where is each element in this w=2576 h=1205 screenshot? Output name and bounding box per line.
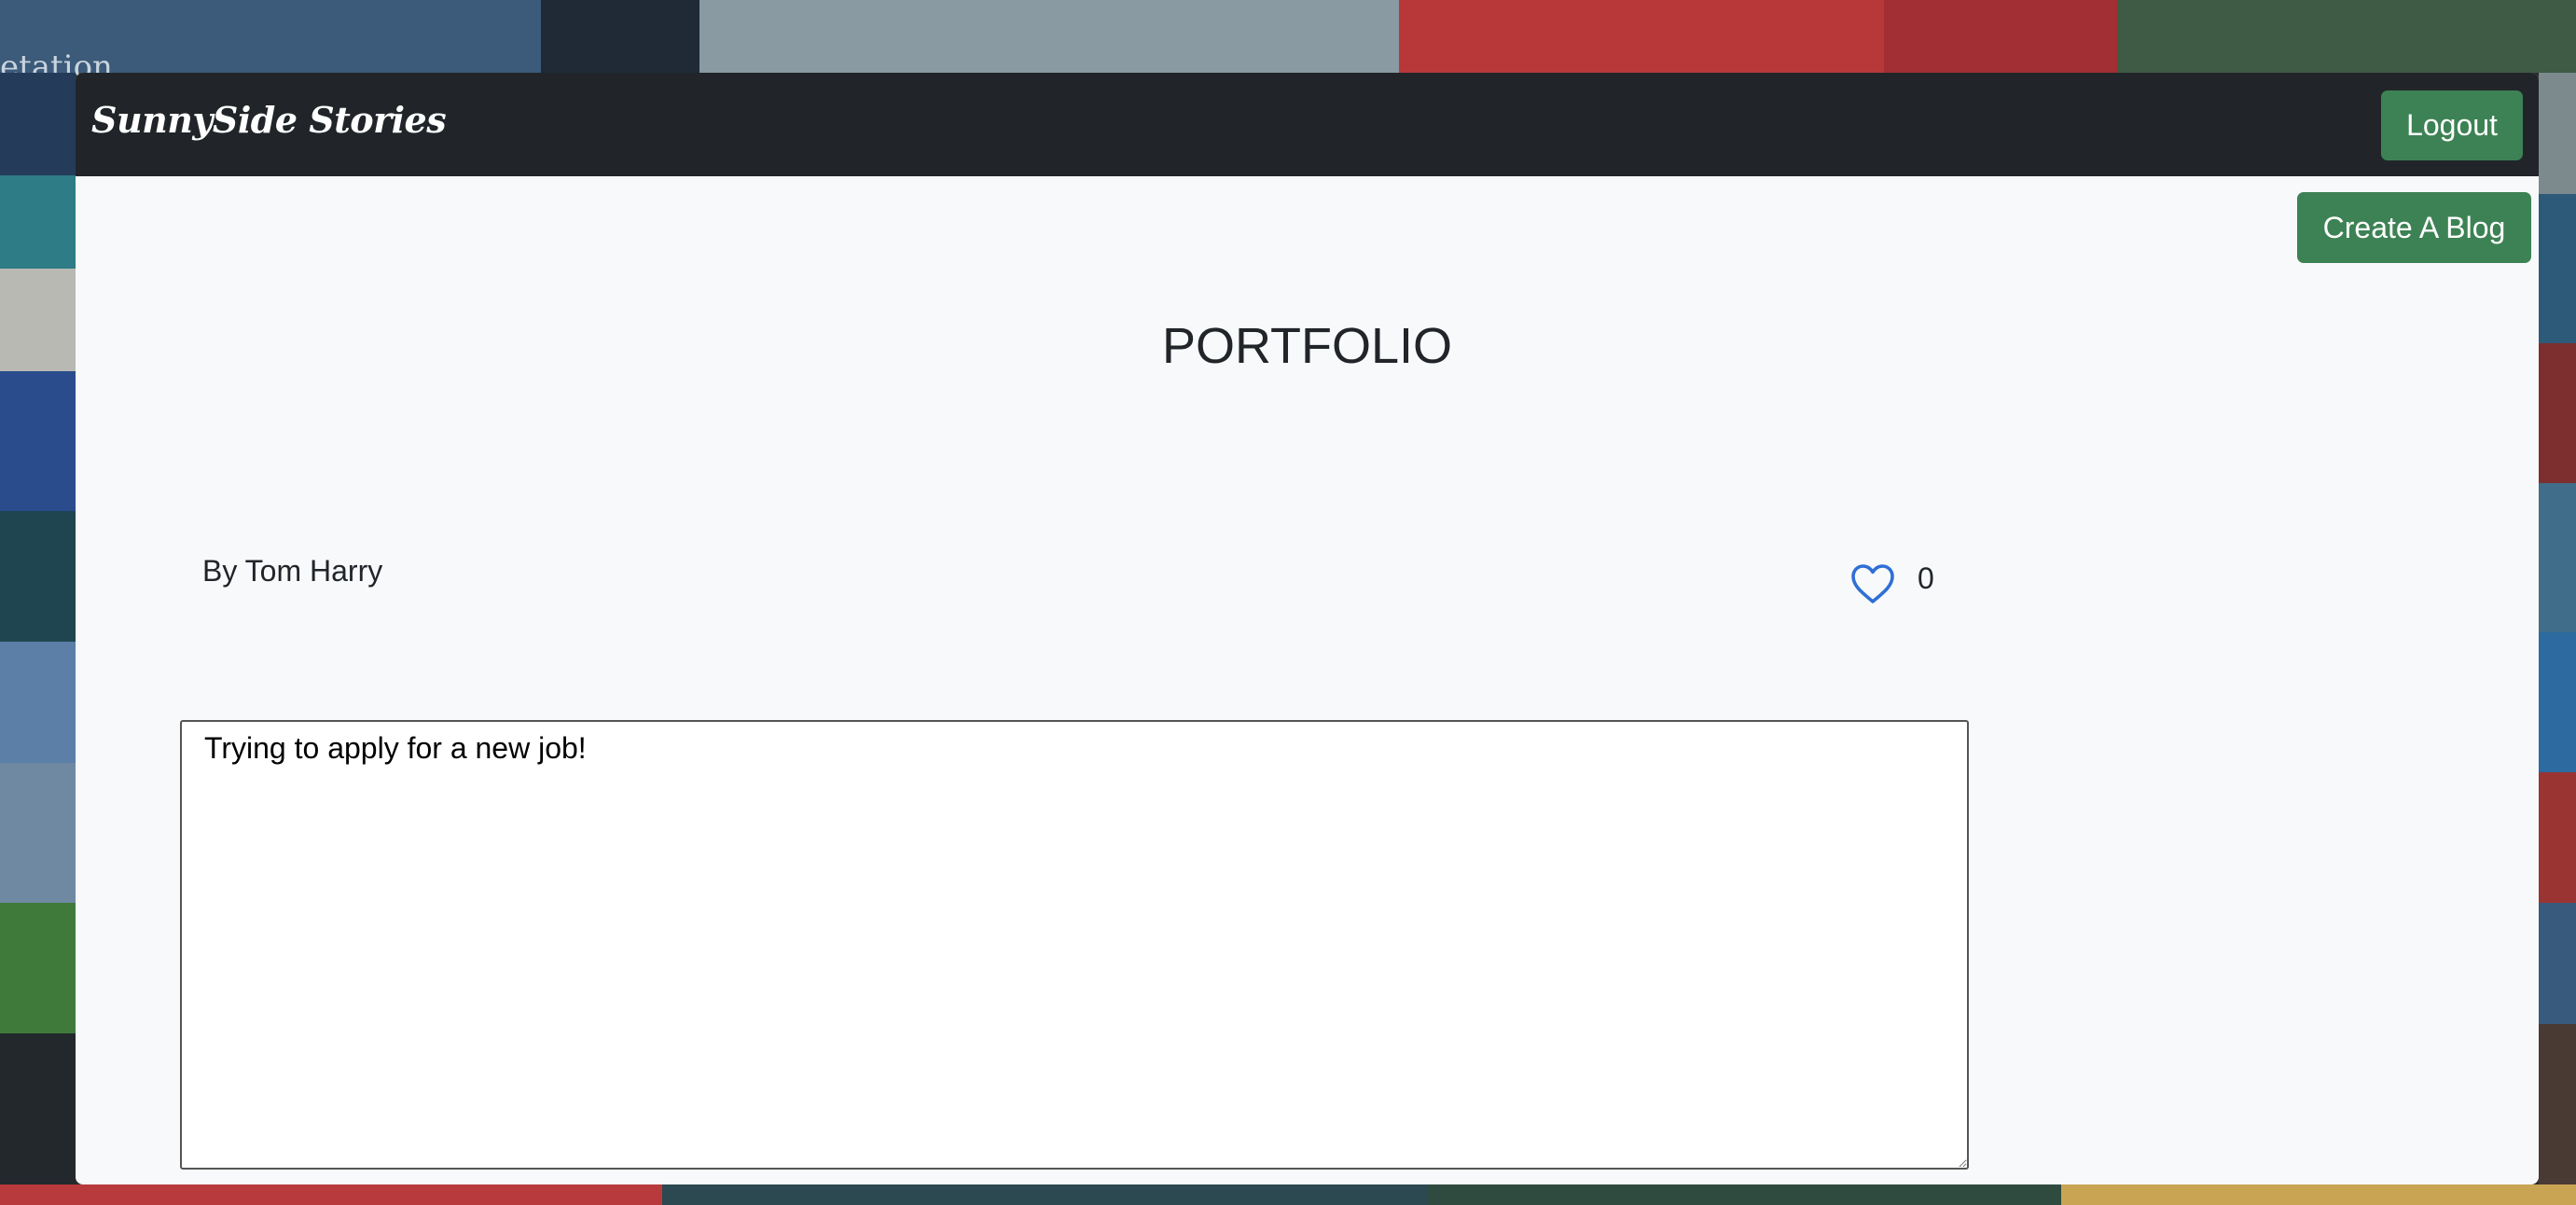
post-author: By Tom Harry (202, 554, 383, 588)
logout-button[interactable]: Logout (2381, 90, 2523, 160)
create-blog-button[interactable]: Create A Blog (2297, 192, 2531, 263)
top-navbar: SunnySide Stories Logout (76, 73, 2539, 176)
post-title: PORTFOLIO (1161, 318, 1453, 374)
bookshelf-right-strip (2539, 73, 2576, 1192)
bookshelf-top-strip (0, 0, 2576, 73)
heart-outline-icon (1851, 564, 1894, 603)
like-count: 0 (1918, 561, 1934, 595)
brand-logo[interactable]: SunnySide Stories (91, 99, 447, 141)
post-body-textarea[interactable]: Trying to apply for a new job! (180, 720, 1969, 1170)
like-button[interactable] (1850, 562, 1895, 605)
bookshelf-bottom-strip (0, 1184, 2576, 1205)
bookshelf-left-strip (0, 73, 76, 1192)
main-panel: SunnySide Stories Logout Create A Blog P… (76, 73, 2539, 1184)
